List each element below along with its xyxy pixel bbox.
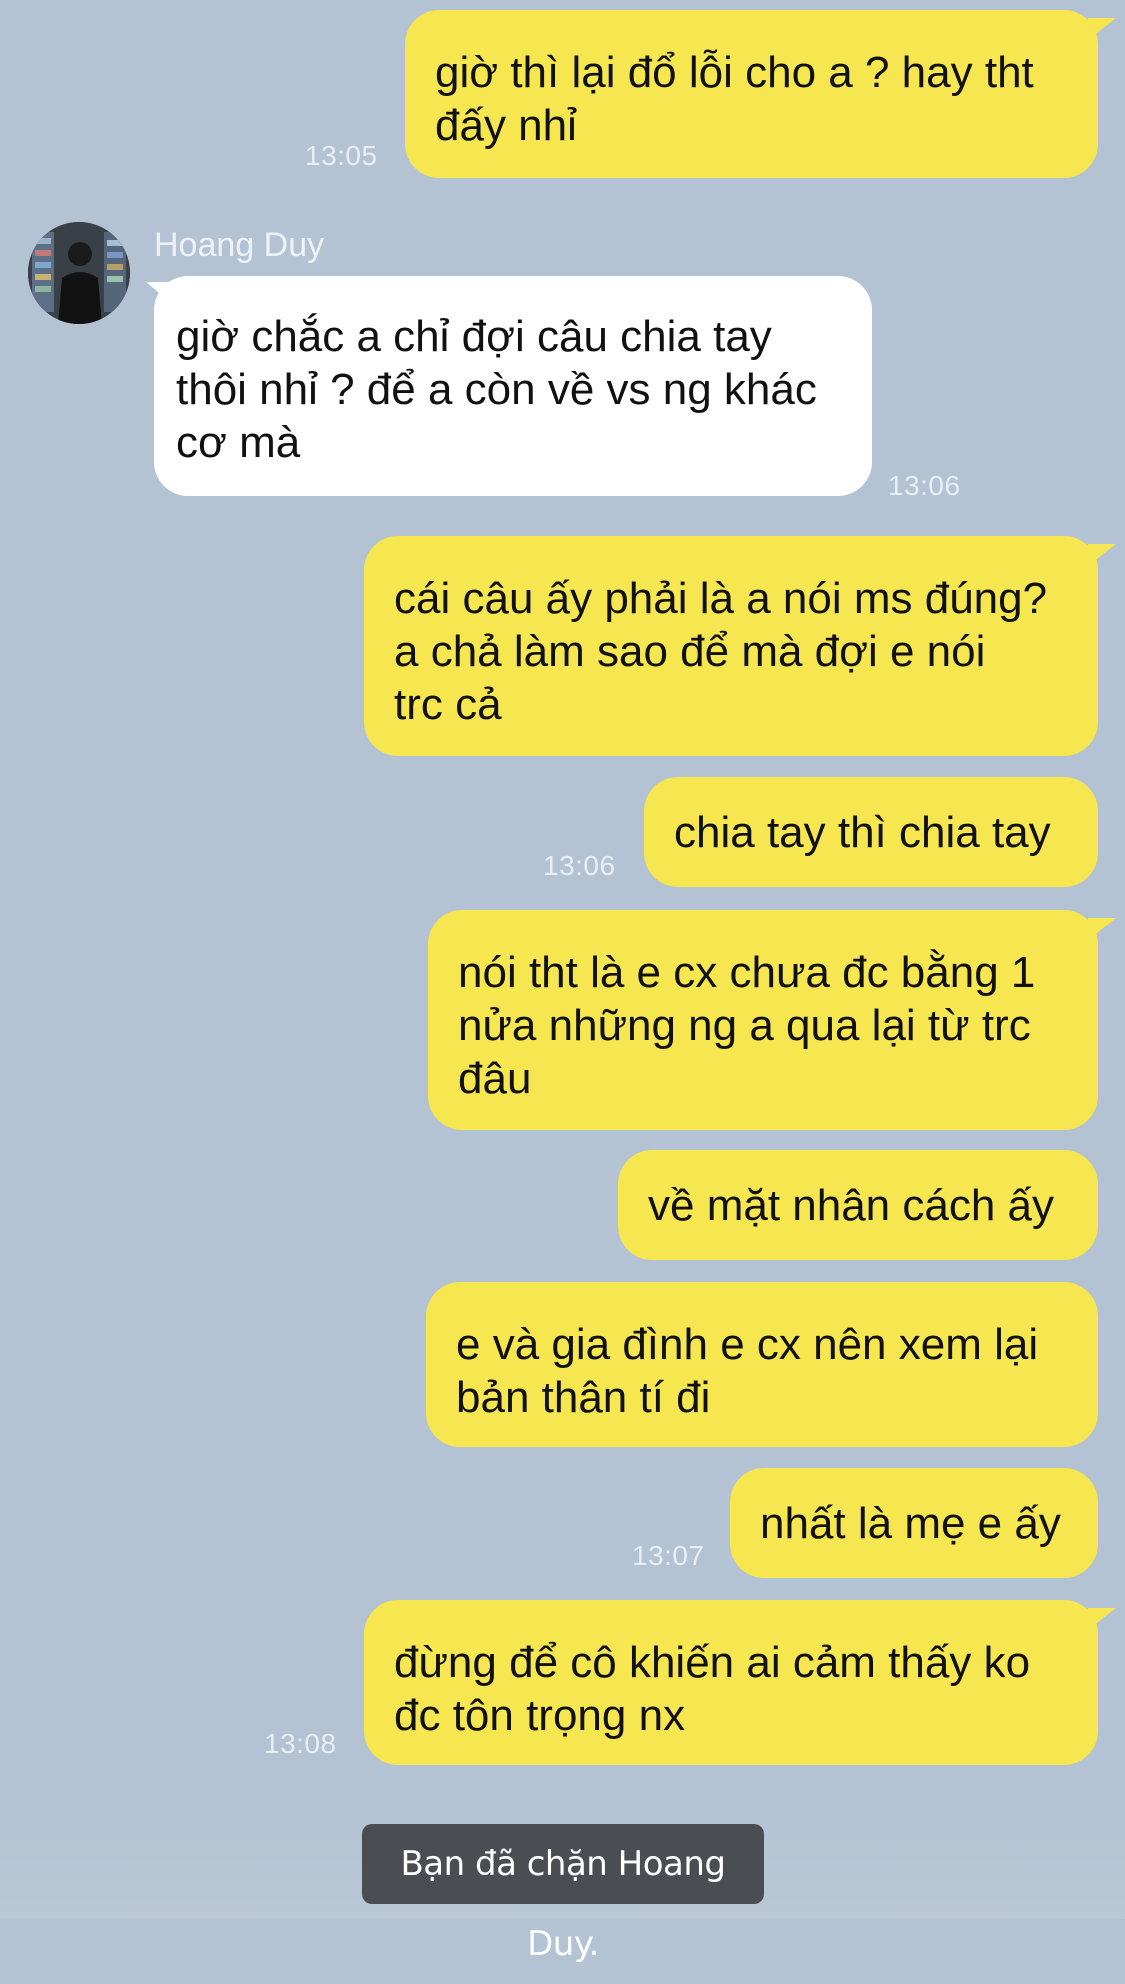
bubble-tail xyxy=(1088,918,1116,940)
message-bubble-sent[interactable]: e và gia đình e cx nên xem lại bản thân … xyxy=(426,1282,1098,1447)
avatar-photo xyxy=(28,222,130,324)
message-timestamp: 13:06 xyxy=(543,850,616,881)
message-bubble-sent[interactable]: đừng để cô khiến ai cảm thấy ko đc tôn t… xyxy=(364,1600,1098,1765)
sender-name: Hoang Duy xyxy=(154,226,325,264)
bubble-tail xyxy=(1088,544,1116,566)
message-bubble-sent[interactable]: nhất là mẹ e ấy xyxy=(730,1468,1098,1578)
message-timestamp: 13:05 xyxy=(305,140,378,171)
bubble-tail xyxy=(1088,18,1116,40)
message-bubble-sent[interactable]: cái câu ấy phải là a nói ms đúng? a chả … xyxy=(364,536,1098,756)
message-timestamp: 13:06 xyxy=(888,470,961,501)
message-bubble-sent[interactable]: chia tay thì chia tay xyxy=(644,777,1098,887)
message-bubble-sent[interactable]: về mặt nhân cách ấy xyxy=(618,1150,1098,1260)
contact-avatar[interactable] xyxy=(28,222,130,324)
message-bubble-sent[interactable]: giờ thì lại đổ lỗi cho a ? hay tht đấy n… xyxy=(405,10,1098,178)
message-bubble-received[interactable]: giờ chắc a chỉ đợi câu chia tay thôi nhỉ… xyxy=(154,276,872,496)
message-timestamp: 13:08 xyxy=(264,1728,337,1759)
bubble-tail xyxy=(1088,1608,1116,1630)
blocked-contact-notice: Bạn đã chặn Hoang Duy. xyxy=(362,1824,764,1964)
message-timestamp: 13:07 xyxy=(632,1540,705,1571)
message-bubble-sent[interactable]: nói tht là e cx chưa đc bằng 1 nửa những… xyxy=(428,910,1098,1130)
